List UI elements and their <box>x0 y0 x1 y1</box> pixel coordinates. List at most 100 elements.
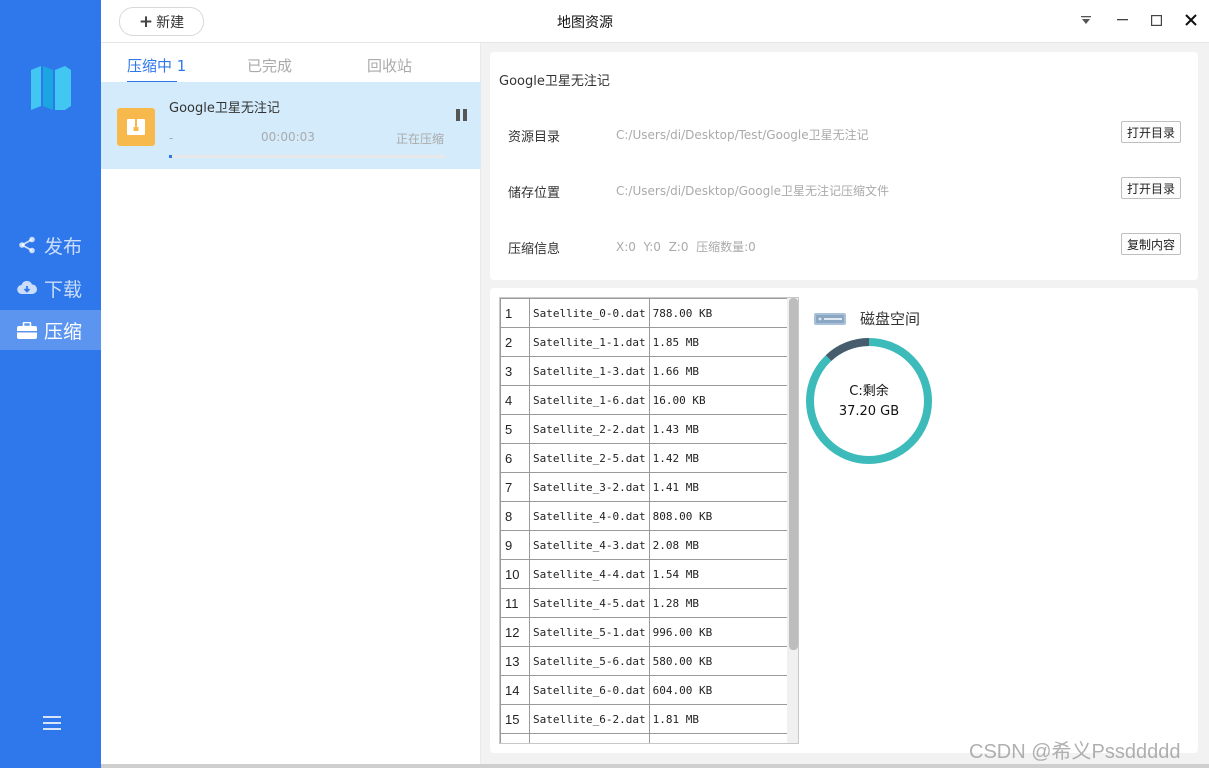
file-size: 1.81 MB <box>648 704 796 734</box>
tab-completed[interactable]: 已完成 <box>247 55 292 76</box>
bottom-edge <box>101 764 1209 768</box>
title-bar: + 新建 地图资源 <box>101 0 1209 43</box>
table-row[interactable]: 8 Satellite_4-0.dat 808.00 KB <box>500 501 796 531</box>
minimize-button[interactable] <box>1110 8 1134 32</box>
table-row[interactable]: 9 Satellite_4-3.dat 2.08 MB <box>500 530 796 560</box>
hard-drive-icon <box>814 312 846 325</box>
table-row[interactable]: 14 Satellite_6-0.dat 604.00 KB <box>500 675 796 705</box>
storage-location-value: C:/Users/di/Desktop/Google卫星无注记压缩文件 <box>616 184 889 198</box>
open-resource-dir-button[interactable]: 打开目录 <box>1121 121 1181 143</box>
file-size: 1.41 MB <box>648 472 796 502</box>
sidebar-item-download[interactable]: 下载 <box>0 268 101 308</box>
resource-title: Google卫星无注记 <box>499 74 610 89</box>
table-row[interactable]: 1 Satellite_0-0.dat 788.00 KB <box>500 298 796 328</box>
resource-dir-value: C:/Users/di/Desktop/Test/Google卫星无注记 <box>616 128 869 142</box>
file-size: 2.08 MB <box>648 530 796 560</box>
file-size: 1.28 MB <box>648 588 796 618</box>
table-row[interactable]: 4 Satellite_1-6.dat 16.00 KB <box>500 385 796 415</box>
drive-free-value: 37.20 GB <box>838 404 900 419</box>
table-scrollbar[interactable] <box>787 298 798 743</box>
maximize-button[interactable] <box>1144 8 1168 32</box>
table-row[interactable] <box>500 733 796 743</box>
task-speed: - <box>169 131 174 145</box>
drive-free-label: C:剩余 <box>849 384 889 399</box>
cloud-download-icon <box>17 278 37 298</box>
sidebar-item-label: 发布 <box>44 235 83 258</box>
table-row[interactable]: 12 Satellite_5-1.dat 996.00 KB <box>500 617 796 647</box>
hamburger-menu-icon[interactable] <box>43 715 61 731</box>
row-index: 13 <box>500 646 530 676</box>
empty-cell <box>648 733 796 743</box>
row-index: 15 <box>500 704 530 734</box>
file-name: Satellite_4-0.dat <box>529 501 650 531</box>
table-row[interactable]: 7 Satellite_3-2.dat 1.41 MB <box>500 472 796 502</box>
compress-info-label: 压缩信息 <box>508 242 561 257</box>
row-index: 7 <box>500 472 530 502</box>
resource-info-card: Google卫星无注记 资源目录 C:/Users/di/Desktop/Tes… <box>490 52 1198 280</box>
disk-usage-label: C:剩余 37.20 GB <box>803 382 935 422</box>
disk-space-title: 磁盘空间 <box>860 310 921 328</box>
share-icon <box>17 235 37 255</box>
sidebar-item-publish[interactable]: 发布 <box>0 225 101 265</box>
close-button[interactable] <box>1179 8 1203 32</box>
sidebar-item-compress[interactable]: 压缩 <box>0 310 101 350</box>
row-index: 3 <box>500 356 530 386</box>
watermark: CSDN @希义Pssddddd <box>969 741 1181 763</box>
row-index: 11 <box>500 588 530 618</box>
pause-icon[interactable] <box>456 109 468 121</box>
file-size: 1.85 MB <box>648 327 796 357</box>
sidebar-item-label: 压缩 <box>44 320 83 343</box>
file-name: Satellite_6-0.dat <box>529 675 650 705</box>
window-title: 地图资源 <box>557 15 613 31</box>
sidebar: 发布 下载 压缩 <box>0 0 101 768</box>
row-index: 8 <box>500 501 530 531</box>
row-index: 10 <box>500 559 530 589</box>
file-size: 1.43 MB <box>648 414 796 444</box>
row-index: 5 <box>500 414 530 444</box>
row-index: 2 <box>500 327 530 357</box>
file-size: 604.00 KB <box>648 675 796 705</box>
file-name: Satellite_1-6.dat <box>529 385 650 415</box>
file-name: Satellite_5-1.dat <box>529 617 650 647</box>
table-row[interactable]: 10 Satellite_4-4.dat 1.54 MB <box>500 559 796 589</box>
file-size: 580.00 KB <box>648 646 796 676</box>
table-row[interactable]: 5 Satellite_2-2.dat 1.43 MB <box>500 414 796 444</box>
open-storage-dir-button[interactable]: 打开目录 <box>1121 177 1181 199</box>
file-size: 16.00 KB <box>648 385 796 415</box>
table-row[interactable]: 3 Satellite_1-3.dat 1.66 MB <box>500 356 796 386</box>
file-size: 1.42 MB <box>648 443 796 473</box>
task-elapsed-time: 00:00:03 <box>261 130 315 144</box>
file-name: Satellite_3-2.dat <box>529 472 650 502</box>
maximize-icon <box>1150 14 1162 26</box>
table-row[interactable]: 15 Satellite_6-2.dat 1.81 MB <box>500 704 796 734</box>
file-name: Satellite_5-6.dat <box>529 646 650 676</box>
disk-space-header: 磁盘空间 <box>814 308 920 329</box>
zip-file-icon <box>117 108 155 146</box>
empty-cell <box>529 733 650 743</box>
table-row[interactable]: 6 Satellite_2-5.dat 1.42 MB <box>500 443 796 473</box>
file-name: Satellite_2-2.dat <box>529 414 650 444</box>
file-size: 996.00 KB <box>648 617 796 647</box>
table-row[interactable]: 2 Satellite_1-1.dat 1.85 MB <box>500 327 796 357</box>
empty-cell <box>500 733 530 743</box>
dropdown-menu-button[interactable] <box>1074 8 1098 32</box>
table-row[interactable]: 11 Satellite_4-5.dat 1.28 MB <box>500 588 796 618</box>
file-size: 808.00 KB <box>648 501 796 531</box>
used-space-arc <box>825 338 870 362</box>
table-row[interactable]: 13 Satellite_5-6.dat 580.00 KB <box>500 646 796 676</box>
map-logo-icon <box>31 66 71 110</box>
tab-recycle-bin[interactable]: 回收站 <box>367 55 412 76</box>
minimize-icon <box>1116 19 1128 21</box>
task-list-panel: 压缩中 1 已完成 回收站 Google卫星无注记 - 00:00:03 正在压… <box>101 43 481 764</box>
file-size: 788.00 KB <box>648 298 796 328</box>
files-card: 1 Satellite_0-0.dat 788.00 KB 2 Satellite_1-… <box>490 288 1198 753</box>
copy-content-button[interactable]: 复制内容 <box>1121 233 1181 255</box>
row-index: 1 <box>500 298 530 328</box>
row-index: 12 <box>500 617 530 647</box>
tab-compressing[interactable]: 压缩中 1 <box>127 55 186 76</box>
file-name: Satellite_1-3.dat <box>529 356 650 386</box>
row-index: 6 <box>500 443 530 473</box>
scrollbar-thumb[interactable] <box>789 298 798 650</box>
file-name: Satellite_0-0.dat <box>529 298 650 328</box>
task-item[interactable]: Google卫星无注记 - 00:00:03 正在压缩 <box>101 82 481 169</box>
